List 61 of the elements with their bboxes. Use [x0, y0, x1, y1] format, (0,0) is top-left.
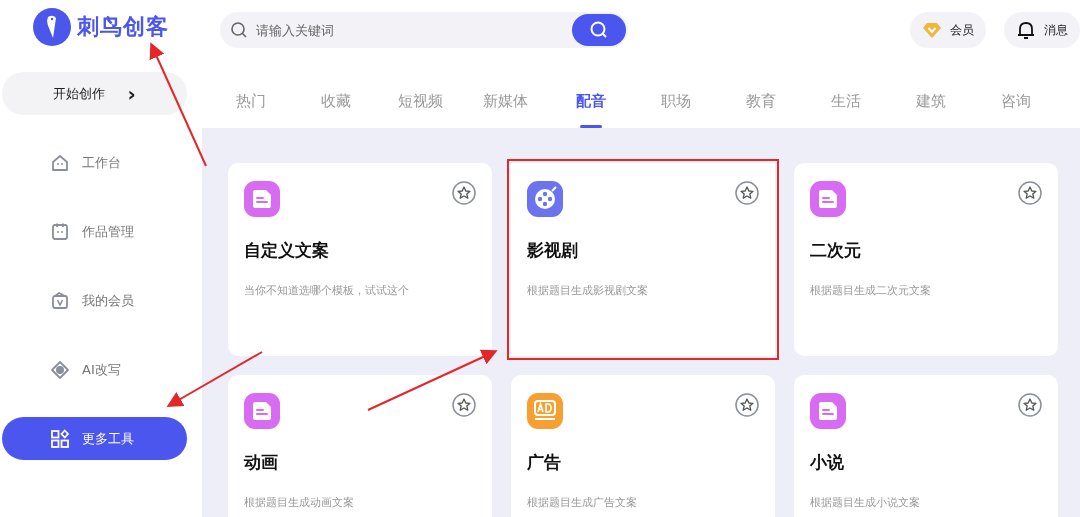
card-title: 二次元 — [810, 239, 862, 262]
sidebar-item[interactable]: 工作台 — [2, 141, 187, 184]
film-reel-icon — [527, 181, 563, 217]
category-tab[interactable]: 新媒体 — [463, 75, 548, 128]
card-title: 广告 — [527, 451, 562, 474]
category-tab[interactable]: 建筑 — [888, 75, 973, 128]
template-card[interactable]: 二次元 根据题目生成二次元文案 — [794, 163, 1058, 356]
grid-icon — [50, 428, 70, 449]
sidebar-item[interactable]: 更多工具 — [2, 417, 187, 460]
sidebar-item-label: 我的会员 — [82, 291, 134, 310]
sidebar-item-label: 作品管理 — [82, 222, 134, 241]
sidebar-item[interactable]: 我的会员 — [2, 279, 187, 322]
document-icon — [810, 393, 846, 429]
start-creating-button[interactable]: 开始创作 › — [2, 72, 187, 115]
card-description: 根据题目生成二次元文案 — [810, 284, 932, 298]
messages-button[interactable]: 消息 — [1004, 12, 1080, 48]
category-tab[interactable]: 配音 — [548, 75, 633, 128]
card-description: 根据题目生成广告文案 — [527, 496, 638, 510]
membership-button[interactable]: 会员 — [910, 12, 986, 48]
sidebar-item[interactable]: AI改写 — [2, 348, 187, 391]
sidebar-item-label: AI改写 — [82, 360, 121, 379]
search-button[interactable] — [572, 14, 626, 46]
document-icon — [244, 181, 280, 217]
document-icon — [810, 181, 846, 217]
category-tab[interactable]: 咨询 — [973, 75, 1058, 128]
search-field[interactable]: 请输入关键词 — [220, 12, 628, 48]
vip-icon — [50, 290, 70, 311]
category-tab[interactable]: 收藏 — [293, 75, 378, 128]
chevron-icon: › — [127, 81, 136, 106]
ai-icon — [50, 359, 70, 380]
diamond-icon — [922, 20, 942, 40]
category-tab[interactable]: 热门 — [208, 75, 293, 128]
brand-name: 刺鸟创客 — [77, 13, 169, 41]
category-tab[interactable]: 生活 — [803, 75, 888, 128]
template-card[interactable]: 广告 根据题目生成广告文案 — [511, 375, 775, 517]
search-icon — [589, 20, 609, 40]
template-card[interactable]: 小说 根据题目生成小说文案 — [794, 375, 1058, 517]
calendar-icon — [50, 221, 70, 242]
card-description: 根据题目生成小说文案 — [810, 496, 921, 510]
ad-icon — [527, 393, 563, 429]
document-icon — [244, 393, 280, 429]
category-tab[interactable]: 教育 — [718, 75, 803, 128]
bell-icon — [1016, 20, 1036, 40]
sidebar-item[interactable]: 作品管理 — [2, 210, 187, 253]
sidebar-item-label: 更多工具 — [82, 429, 134, 448]
category-tab[interactable]: 短视频 — [378, 75, 463, 128]
bird-logo-icon — [33, 8, 71, 46]
card-title: 自定义文案 — [244, 239, 330, 262]
sidebar-item-label: 工作台 — [82, 153, 121, 172]
template-card[interactable]: 动画 根据题目生成动画文案 — [228, 375, 492, 517]
card-title: 动画 — [244, 451, 279, 474]
template-card[interactable]: 自定义文案 当你不知道选哪个模板，试试这个 — [228, 163, 492, 356]
card-description: 根据题目生成影视剧文案 — [527, 284, 649, 298]
search-icon — [230, 21, 248, 39]
card-title: 影视剧 — [527, 239, 579, 262]
search-input[interactable]: 请输入关键词 — [254, 21, 572, 39]
category-tab[interactable]: 职场 — [633, 75, 718, 128]
card-title: 小说 — [810, 451, 845, 474]
card-description: 根据题目生成动画文案 — [244, 496, 355, 510]
card-description: 当你不知道选哪个模板，试试这个 — [244, 284, 410, 298]
home-icon — [50, 152, 70, 173]
